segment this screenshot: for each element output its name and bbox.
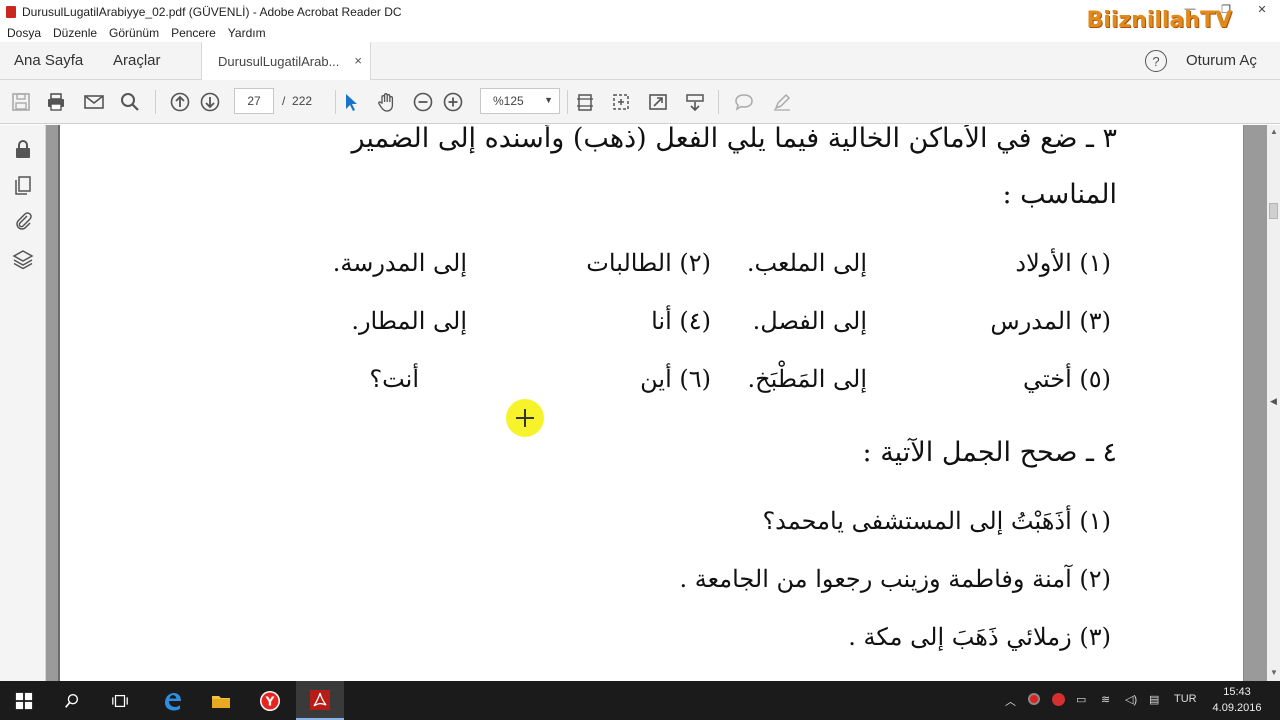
tab-bar: Ana Sayfa Araçlar DurusulLugatilArab... … [0, 42, 1280, 80]
page-total: / 222 [282, 94, 312, 108]
ex3-item-3-rest: إلى الفصل. [752, 307, 867, 335]
zoom-in-icon[interactable] [439, 88, 467, 116]
ex3-item-1-rest: إلى الملعب. [746, 249, 867, 277]
ex3-item-6: (٦) أين [640, 365, 711, 393]
close-tab-button[interactable]: × [354, 53, 362, 68]
print-icon[interactable] [42, 88, 70, 116]
app-tray-icon[interactable] [1052, 693, 1065, 709]
page-separator: / [282, 94, 286, 108]
task-view-icon[interactable] [96, 681, 144, 720]
yandex-browser-icon[interactable]: Y [246, 681, 294, 720]
menu-view[interactable]: Görünüm [109, 26, 159, 40]
document-view[interactable]: ٣ ـ ضع في الأماكن الخالية فيما يلي الفعل… [46, 125, 1267, 681]
toolbar-divider [718, 90, 719, 114]
comment-icon[interactable] [730, 88, 758, 116]
next-page-icon[interactable] [196, 88, 224, 116]
system-clock[interactable]: 15:43 4.09.2016 [1212, 684, 1262, 716]
windows-taskbar: Y ︿ ▭ ≋ ◁) ▤ TUR 15:43 4.09.2016 [0, 681, 1280, 720]
edge-browser-icon[interactable] [148, 681, 196, 720]
wifi-icon[interactable]: ≋ [1101, 693, 1110, 706]
search-icon[interactable] [116, 88, 144, 116]
help-button[interactable]: ? [1145, 50, 1167, 72]
fit-page-icon[interactable] [571, 88, 599, 116]
select-tool-icon[interactable] [337, 88, 365, 116]
hand-tool-icon[interactable] [373, 88, 401, 116]
svg-text:Y: Y [265, 694, 275, 708]
highlight-pen-icon[interactable] [768, 88, 796, 116]
file-explorer-icon[interactable] [197, 681, 245, 720]
read-mode-icon[interactable] [681, 88, 709, 116]
ex4-item-1: (١) أذَهَبْتُ إلى المستشفى يامحمد؟ [762, 507, 1111, 535]
page-total-count: 222 [292, 94, 313, 108]
record-icon[interactable] [1028, 693, 1040, 708]
acrobat-taskbar-icon[interactable] [296, 681, 344, 720]
ex3-item-5: (٥) أختي [1022, 365, 1111, 393]
windows-start-icon[interactable] [0, 681, 48, 720]
acrobat-app-icon [6, 6, 16, 18]
save-icon[interactable] [7, 88, 35, 116]
taskbar-search-icon[interactable] [48, 681, 96, 720]
tab-home[interactable]: Ana Sayfa [14, 52, 83, 69]
scrollbar-thumb[interactable] [1269, 203, 1278, 219]
exercise-3-heading-cont: المناسب : [1002, 179, 1117, 210]
page-number-input[interactable]: 27 [234, 88, 274, 114]
clock-date: 4.09.2016 [1212, 702, 1262, 714]
zoom-value: %125 [493, 94, 524, 108]
window-title: DurusulLugatilArabiyye_02.pdf (GÜVENLİ) … [22, 5, 402, 19]
page-thumbnails-icon[interactable] [11, 173, 35, 197]
ex3-item-2: (٢) الطالبات [586, 249, 711, 277]
toolbar-divider [155, 90, 156, 114]
left-navigation-panel [0, 125, 46, 681]
full-screen-icon[interactable] [644, 88, 672, 116]
ex3-item-4: (٤) أنا [651, 307, 711, 335]
ex3-item-6-rest: أنت؟ [369, 365, 419, 393]
ex4-item-3: (٣) زملائي ذَهَبَ إلى مكة . [848, 623, 1111, 651]
pdf-page: ٣ ـ ضع في الأماكن الخالية فيما يلي الفعل… [58, 125, 1244, 681]
ex3-item-5-rest: إلى المَطْبَخ. [747, 365, 867, 393]
email-icon[interactable] [80, 88, 108, 116]
rotate-view-icon[interactable] [607, 88, 635, 116]
exercise-3-heading: ٣ ـ ضع في الأماكن الخالية فيما يلي الفعل… [351, 125, 1117, 154]
ex3-item-3: (٣) المدرس [990, 307, 1111, 335]
document-tab-label: DurusulLugatilArab... [218, 53, 340, 69]
menu-edit[interactable]: Düzenle [53, 26, 97, 40]
ex3-item-2-rest: إلى المدرسة. [332, 249, 467, 277]
scroll-up-icon[interactable]: ▲ [1270, 127, 1278, 136]
attachment-icon[interactable] [11, 208, 35, 232]
toolbar-divider [567, 90, 568, 114]
ex4-item-2: (٢) آمنة وفاطمة وزينب رجعوا من الجامعة . [679, 565, 1111, 593]
tab-document[interactable]: DurusulLugatilArab... × [201, 42, 371, 80]
layers-icon[interactable] [11, 247, 35, 271]
close-window-button[interactable]: ✕ [1244, 0, 1280, 18]
menu-window[interactable]: Pencere [171, 26, 216, 40]
chevron-down-icon: ▼ [544, 95, 553, 105]
tray-overflow-icon[interactable]: ︿ [1005, 693, 1016, 709]
previous-page-icon[interactable] [166, 88, 194, 116]
volume-icon[interactable]: ◁) [1125, 693, 1137, 706]
menu-help[interactable]: Yardım [228, 26, 266, 40]
display-tray-icon[interactable]: ▭ [1076, 693, 1086, 706]
input-language[interactable]: TUR [1174, 693, 1197, 705]
toolbar [0, 80, 1280, 124]
sign-in-button[interactable]: Oturum Aç [1186, 52, 1257, 69]
exercise-4-heading: ٤ ـ صحح الجمل الآتية : [862, 437, 1117, 468]
ex3-item-4-rest: إلى المطار. [351, 307, 467, 335]
ex3-item-1: (١) الأولاد [1015, 249, 1111, 277]
clock-time: 15:43 [1223, 686, 1251, 698]
action-center-icon[interactable]: ▤ [1149, 693, 1159, 706]
lock-icon[interactable] [11, 137, 35, 161]
tab-tools[interactable]: Araçlar [113, 52, 161, 69]
menu-bar: Dosya Düzenle Görünüm Pencere Yardım [0, 24, 1280, 42]
zoom-out-icon[interactable] [409, 88, 437, 116]
menu-file[interactable]: Dosya [7, 26, 41, 40]
zoom-select[interactable]: %125 ▼ [480, 88, 560, 114]
collapse-right-panel-icon[interactable]: ◀ [1270, 396, 1277, 407]
toolbar-divider [335, 90, 336, 114]
cursor-highlight [506, 399, 544, 437]
scroll-down-icon[interactable]: ▼ [1270, 668, 1278, 677]
